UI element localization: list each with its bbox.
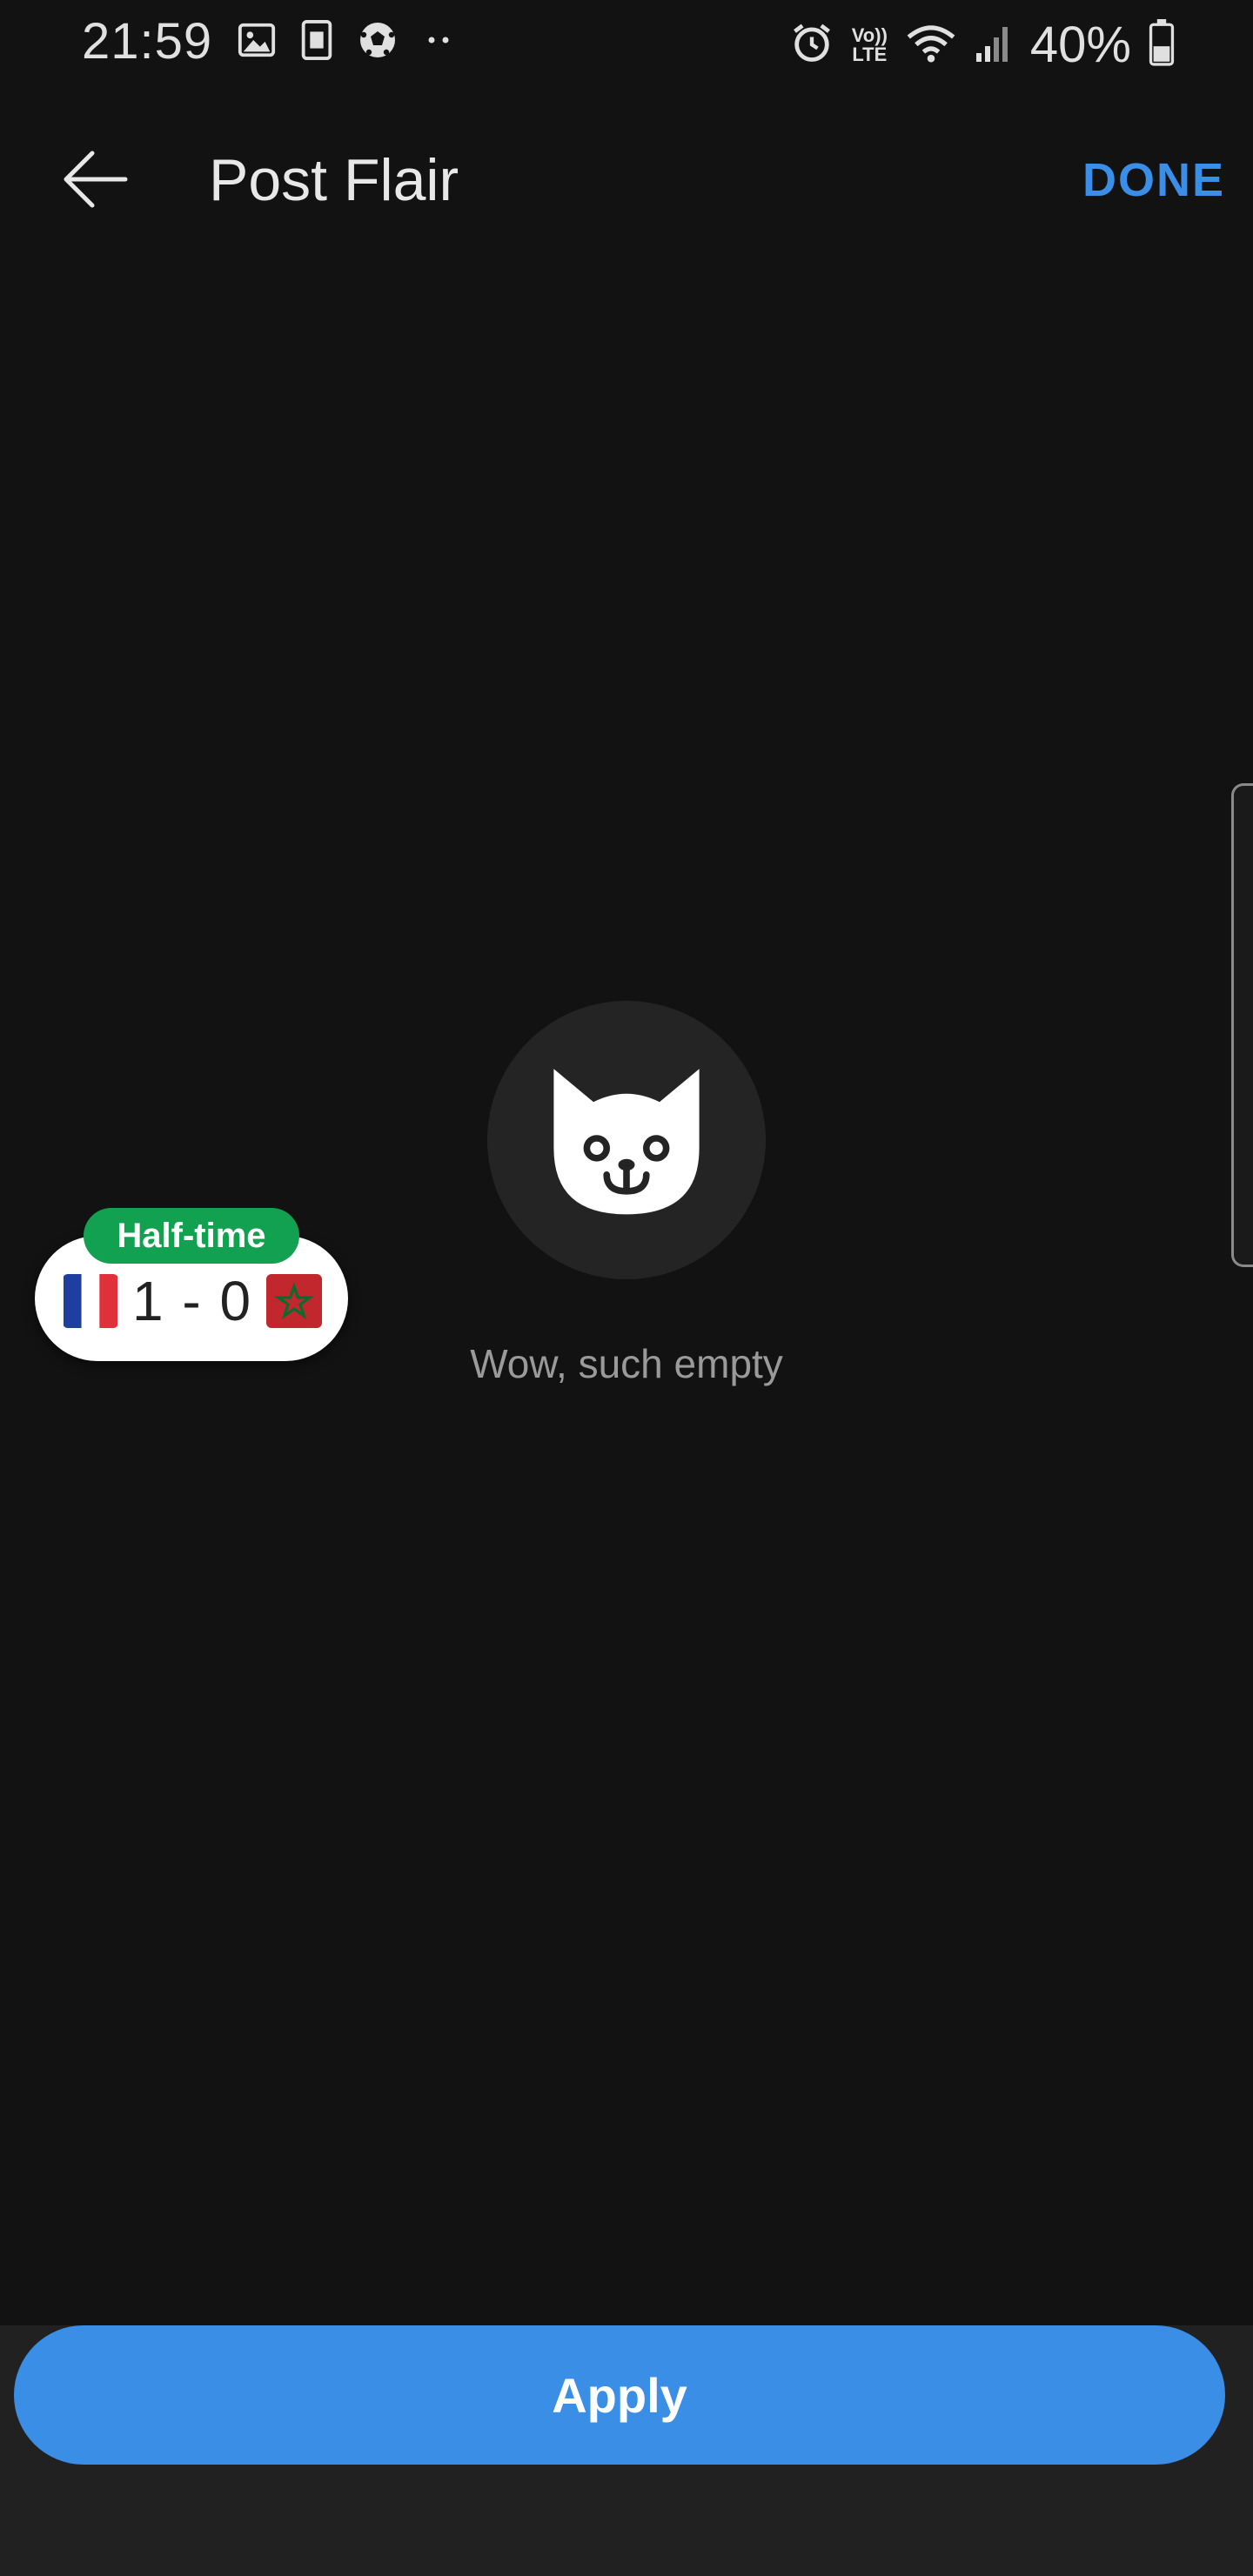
match-score: 1 - 0 bbox=[132, 1270, 253, 1332]
sim-card-icon bbox=[299, 20, 334, 64]
battery-icon bbox=[1149, 19, 1175, 70]
page-title: Post Flair bbox=[209, 147, 459, 213]
back-arrow-icon bbox=[59, 143, 132, 220]
app-header: Post Flair DONE bbox=[0, 87, 1253, 278]
back-button[interactable] bbox=[52, 138, 139, 225]
wifi-icon bbox=[905, 20, 957, 70]
volte-label-top: Vo)) bbox=[851, 23, 888, 46]
score-row: 1 - 0 bbox=[63, 1269, 323, 1333]
morocco-flag-icon bbox=[266, 1274, 323, 1328]
signal-icon bbox=[975, 22, 1013, 68]
battery-percentage: 40% bbox=[1029, 17, 1131, 73]
france-flag-icon bbox=[63, 1274, 118, 1328]
apply-button[interactable]: Apply bbox=[14, 2325, 1225, 2465]
status-icons-right: Vo)) LTE 40% bbox=[789, 16, 1175, 74]
dots-icon bbox=[421, 31, 456, 53]
status-icons-left bbox=[237, 19, 456, 65]
cat-face-icon bbox=[544, 1056, 709, 1225]
status-time: 21:59 bbox=[82, 13, 213, 70]
alarm-icon bbox=[789, 20, 834, 70]
score-status-badge: Half-time bbox=[84, 1208, 299, 1264]
side-panel-handle[interactable] bbox=[1231, 783, 1253, 1267]
volte-icon: Vo)) LTE bbox=[851, 23, 888, 65]
empty-state-illustration bbox=[487, 1001, 766, 1279]
image-icon bbox=[237, 20, 277, 64]
status-bar: 21:59 Vo)) LTE 40% bbox=[0, 0, 1253, 87]
done-button[interactable]: DONE bbox=[1082, 153, 1225, 207]
soccer-ball-icon bbox=[357, 19, 399, 65]
volte-label-bottom: LTE bbox=[852, 43, 888, 65]
